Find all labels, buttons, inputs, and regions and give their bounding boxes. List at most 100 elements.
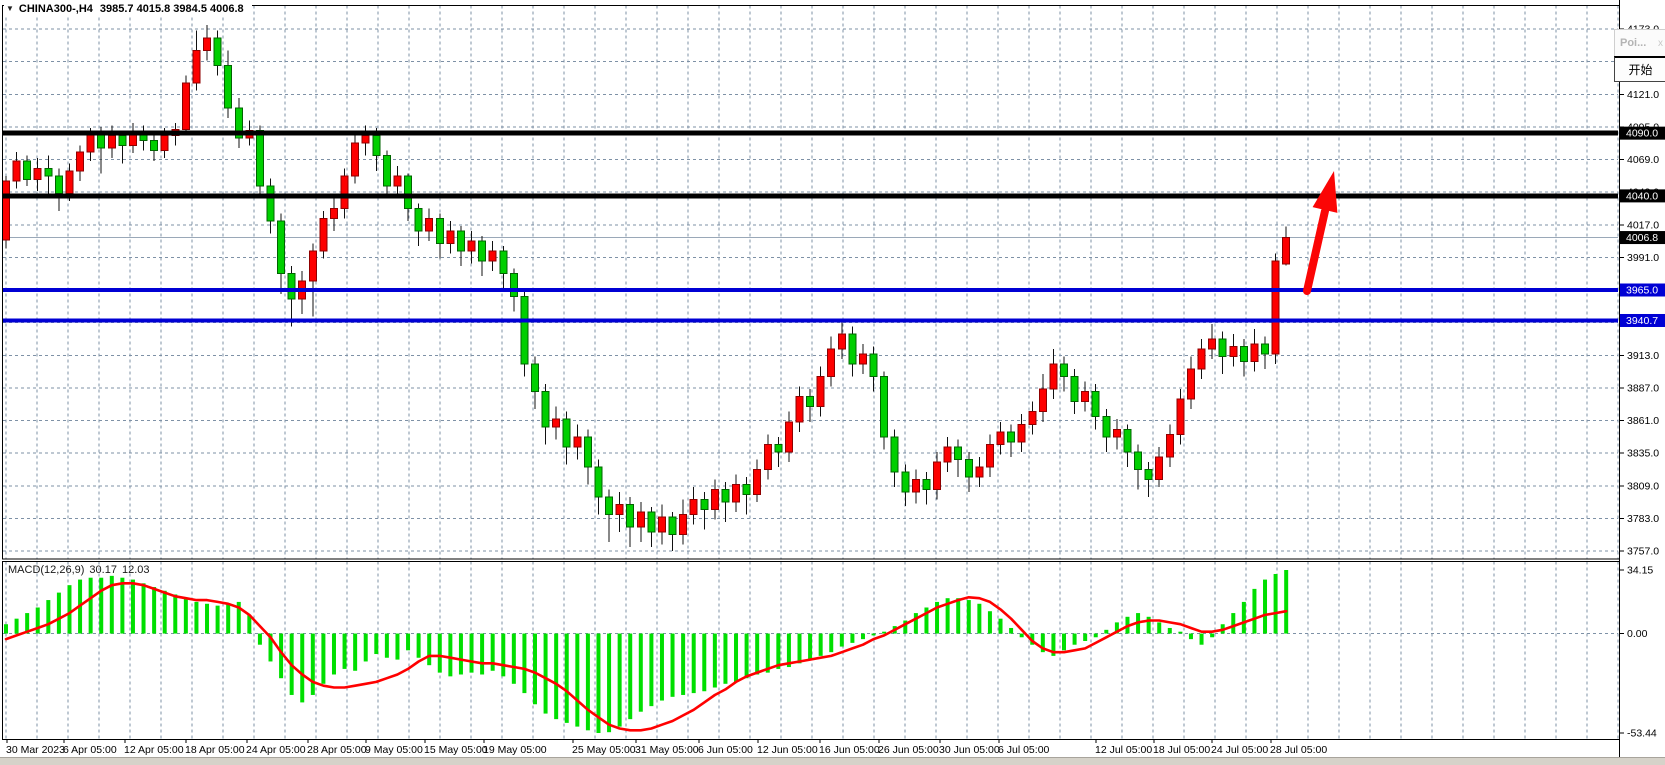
macd-histogram-bar (554, 634, 558, 720)
macd-histogram-bar (374, 634, 378, 654)
candle-bullish (944, 447, 951, 462)
candle-bearish (870, 354, 877, 377)
candle-bearish (648, 512, 655, 532)
candle-bearish (415, 208, 422, 231)
candle-bullish (658, 517, 665, 532)
candle-bullish (574, 437, 581, 447)
candle-bearish (24, 161, 31, 180)
price-badge-label: 4090.0 (1626, 128, 1658, 140)
candle-bearish (214, 38, 221, 66)
candle-bullish (1029, 412, 1036, 425)
macd-histogram-bar (649, 634, 653, 707)
time-label: 6 Jun 05:00 (698, 744, 753, 756)
time-label: 6 Jul 05:00 (998, 744, 1050, 756)
macd-histogram-bar (216, 606, 220, 634)
chart-canvas[interactable]: 4173.04147.04121.04095.04069.04043.04017… (0, 0, 1665, 765)
time-label: 19 May 05:00 (483, 744, 547, 756)
time-label: 25 May 05:00 (572, 744, 636, 756)
macd-histogram-bar (120, 578, 124, 634)
start-button[interactable]: 开始 (1614, 56, 1665, 82)
time-label: 9 May 05:00 (365, 744, 423, 756)
candle-bullish (754, 469, 761, 494)
macd-histogram-bar (840, 634, 844, 647)
macd-histogram-bar (1189, 634, 1193, 640)
candle-bearish (955, 447, 962, 460)
candle-bearish (902, 472, 909, 492)
macd-histogram-bar (1178, 632, 1182, 634)
candle-bullish (553, 419, 560, 427)
candle-bullish (690, 500, 697, 515)
macd-histogram-bar (1200, 634, 1204, 645)
macd-histogram-bar (131, 580, 135, 634)
candle-bearish (457, 231, 464, 251)
macd-histogram-bar (1020, 634, 1024, 638)
candle-bearish (1135, 452, 1142, 470)
macd-histogram-bar (1210, 634, 1214, 638)
price-tick-label: 4121.0 (1627, 89, 1659, 101)
price-tick-label: 3991.0 (1627, 252, 1659, 264)
candle-bullish (986, 444, 993, 467)
macd-histogram-bar (681, 634, 685, 695)
macd-histogram-bar (702, 634, 706, 692)
price-tick-label: 3809.0 (1627, 480, 1659, 492)
candle-bearish (119, 136, 126, 146)
macd-histogram-bar (321, 634, 325, 684)
macd-histogram-bar (544, 634, 548, 714)
macd-histogram-bar (1252, 589, 1256, 634)
candle-bearish (436, 218, 443, 243)
candle-bearish (45, 168, 52, 176)
macd-histogram-bar (723, 634, 727, 684)
candle-bullish (859, 354, 866, 364)
macd-histogram-bar (977, 604, 981, 634)
time-label: 18 Apr 05:00 (185, 744, 245, 756)
candle-bearish (521, 296, 528, 364)
candle-bullish (680, 515, 687, 535)
candle-bearish (1124, 429, 1131, 452)
macd-histogram-bar (533, 634, 537, 705)
macd-name: MACD(12,26,9) (8, 564, 84, 576)
price-badge-label: 4040.0 (1626, 190, 1658, 202)
macd-histogram-bar (798, 634, 802, 664)
candle-bullish (3, 181, 10, 240)
macd-histogram-bar (1242, 602, 1246, 634)
candle-bearish (479, 241, 486, 261)
poi-panel-title: Poi... (1615, 37, 1655, 49)
macd-histogram-bar (343, 634, 347, 669)
macd-histogram-bar (956, 598, 960, 633)
macd-histogram-bar (364, 634, 368, 662)
candle-bearish (278, 221, 285, 274)
candle-bullish (341, 176, 348, 209)
candle-bearish (775, 444, 782, 452)
price-badge-label: 3940.7 (1626, 315, 1658, 327)
candle-bearish (1145, 469, 1152, 479)
time-label: 30 Jun 05:00 (939, 744, 1000, 756)
close-icon[interactable]: x (1655, 38, 1665, 49)
price-badge-label: 4006.8 (1626, 232, 1658, 244)
macd-histogram-bar (448, 634, 452, 677)
candle-bullish (309, 251, 316, 281)
macd-histogram-bar (671, 634, 675, 697)
macd-histogram-bar (205, 604, 209, 634)
time-label: 26 Jun 05:00 (878, 744, 939, 756)
symbol-label: CHINA300-,H4 (19, 3, 93, 15)
macd-histogram-bar (491, 634, 495, 671)
candle-bearish (1262, 344, 1269, 354)
candle-bullish (1050, 364, 1057, 389)
candle-bullish (362, 136, 369, 144)
candle-bullish (637, 512, 644, 527)
candle-bearish (849, 334, 856, 364)
candle-bearish (55, 176, 62, 194)
price-tick-label: 4069.0 (1627, 154, 1659, 166)
symbol-dropdown-icon[interactable]: ▼ (6, 4, 14, 14)
candle-bearish (1103, 417, 1110, 437)
macd-histogram-bar (406, 634, 410, 651)
poi-panel[interactable]: Poi... x (1614, 29, 1665, 57)
candle-bullish (352, 143, 359, 176)
macd-histogram-bar (4, 624, 8, 633)
candle-bearish (965, 459, 972, 477)
time-label: 12 Apr 05:00 (124, 744, 184, 756)
macd-histogram-bar (332, 634, 336, 675)
candle-bullish (1039, 389, 1046, 412)
macd-histogram-bar (300, 634, 304, 703)
price-tick-label: 3887.0 (1627, 382, 1659, 394)
